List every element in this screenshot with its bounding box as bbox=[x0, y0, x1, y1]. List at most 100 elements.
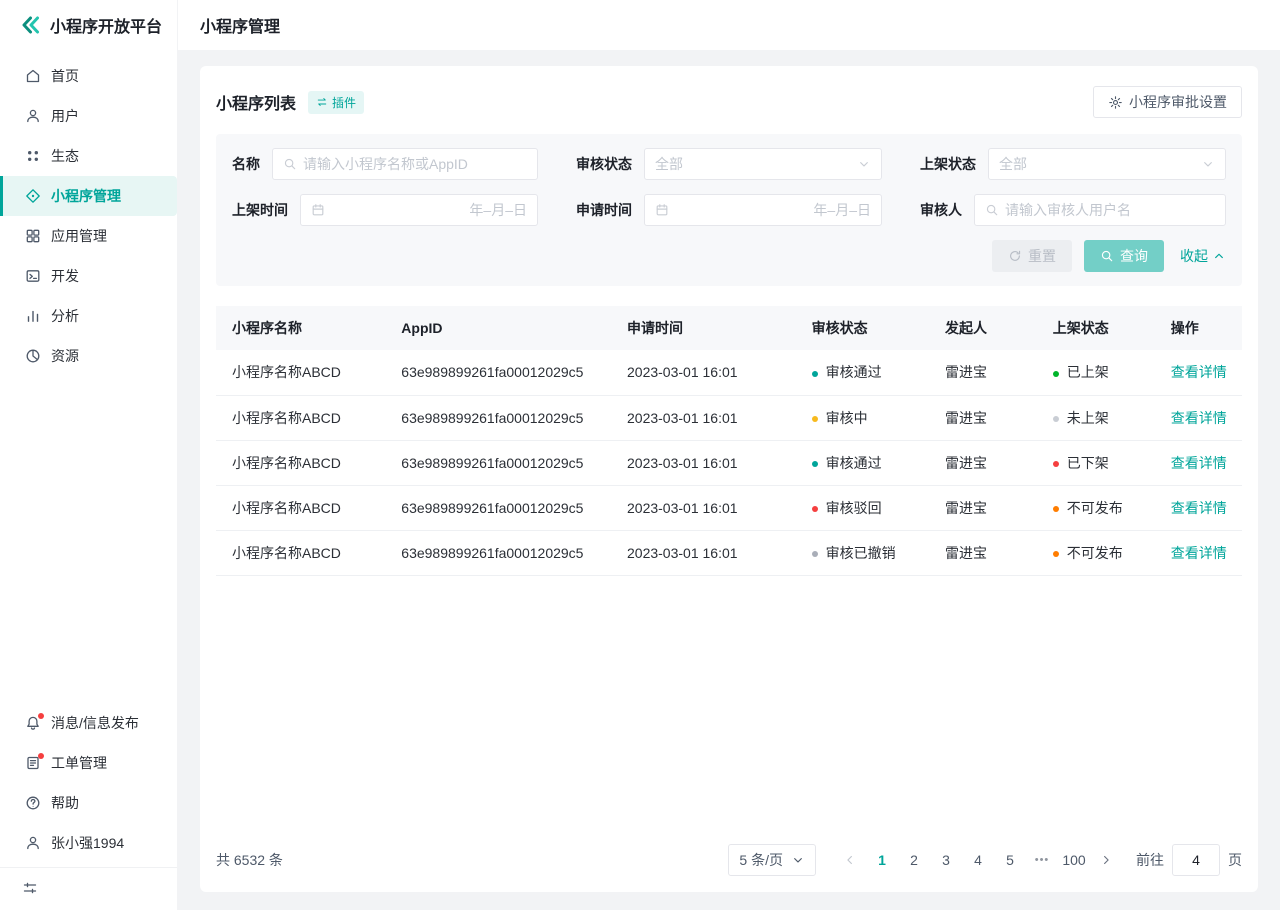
shelf-status-text: 不可发布 bbox=[1067, 500, 1123, 516]
view-details-link[interactable]: 查看详情 bbox=[1171, 364, 1227, 380]
cell-shelf-status: 不可发布 bbox=[1037, 530, 1155, 575]
sidebar-item-tickets[interactable]: 工单管理 bbox=[0, 743, 177, 783]
shelf-time-date-input[interactable]: 年–月–日 bbox=[300, 194, 538, 226]
cell-actions: 查看详情 bbox=[1155, 395, 1242, 440]
shelf-time-filter-label: 上架时间 bbox=[232, 200, 288, 220]
sidebar-item-ecosystem[interactable]: 生态 bbox=[0, 136, 177, 176]
sidebar-item-account[interactable]: 张小强1994 bbox=[0, 823, 177, 863]
cell-audit-status: 审核已撤销 bbox=[796, 530, 929, 575]
cell-apply-time: 2023-03-01 16:01 bbox=[611, 350, 796, 395]
sidebar-item-miniapp-management[interactable]: 小程序管理 bbox=[0, 176, 177, 216]
status-dot bbox=[812, 551, 818, 557]
name-filter-input[interactable] bbox=[303, 156, 527, 172]
view-details-link[interactable]: 查看详情 bbox=[1171, 545, 1227, 561]
sidebar-item-help[interactable]: 帮助 bbox=[0, 783, 177, 823]
name-filter-input-box[interactable] bbox=[272, 148, 538, 180]
page-number-4[interactable]: 4 bbox=[964, 846, 992, 874]
shelf-status-filter: 上架状态 全部 bbox=[920, 148, 1226, 180]
sidebar-item-label: 资源 bbox=[51, 346, 79, 366]
goto-unit: 页 bbox=[1228, 850, 1242, 870]
approval-settings-label: 小程序审批设置 bbox=[1129, 92, 1227, 112]
page-number-2[interactable]: 2 bbox=[900, 846, 928, 874]
cell-apply-time: 2023-03-01 16:01 bbox=[611, 530, 796, 575]
pagination-bar: 共 6532 条 5 条/页 1 2 3 4 5 ••• 100 bbox=[216, 844, 1242, 876]
cell-actions: 查看详情 bbox=[1155, 530, 1242, 575]
sidebar-item-label: 工单管理 bbox=[51, 753, 107, 773]
home-icon bbox=[25, 68, 41, 84]
pager: 5 条/页 1 2 3 4 5 ••• 100 前往 页 bbox=[728, 844, 1242, 876]
sidebar-item-resources[interactable]: 资源 bbox=[0, 336, 177, 376]
plugin-badge[interactable]: 插件 bbox=[308, 91, 364, 114]
name-filter: 名称 bbox=[232, 148, 538, 180]
cell-name: 小程序名称ABCD bbox=[216, 485, 385, 530]
auditor-filter-input-box[interactable] bbox=[974, 194, 1226, 226]
sidebar-item-analytics[interactable]: 分析 bbox=[0, 296, 177, 336]
table-header-row: 小程序名称 AppID 申请时间 审核状态 发起人 上架状态 操作 bbox=[216, 306, 1242, 350]
collapse-icon bbox=[22, 880, 38, 896]
next-page-button[interactable] bbox=[1092, 846, 1120, 874]
page-size-select[interactable]: 5 条/页 bbox=[728, 844, 816, 876]
cell-name: 小程序名称ABCD bbox=[216, 395, 385, 440]
card-spacer bbox=[216, 576, 1242, 845]
notification-dot bbox=[38, 713, 44, 719]
table-row: 小程序名称ABCD 63e989899261fa00012029c5 2023-… bbox=[216, 350, 1242, 395]
search-icon bbox=[283, 157, 297, 171]
chevron-left-icon bbox=[843, 853, 857, 867]
shelf-status-text: 已下架 bbox=[1067, 455, 1109, 471]
cell-audit-status: 审核中 bbox=[796, 395, 929, 440]
page-size-value: 5 条/页 bbox=[739, 850, 783, 870]
page-ellipsis[interactable]: ••• bbox=[1028, 846, 1056, 874]
help-icon bbox=[25, 795, 41, 811]
calendar-icon bbox=[655, 203, 669, 217]
shelf-status-text: 未上架 bbox=[1067, 410, 1109, 426]
shelf-time-placeholder: 年–月–日 bbox=[469, 200, 527, 220]
sidebar-item-label: 开发 bbox=[51, 266, 79, 286]
shelf-status-text: 不可发布 bbox=[1067, 545, 1123, 561]
cell-appid: 63e989899261fa00012029c5 bbox=[385, 530, 611, 575]
status-dot bbox=[812, 371, 818, 377]
name-filter-label: 名称 bbox=[232, 154, 260, 174]
cell-apply-time: 2023-03-01 16:01 bbox=[611, 440, 796, 485]
table-row: 小程序名称ABCD 63e989899261fa00012029c5 2023-… bbox=[216, 530, 1242, 575]
query-button[interactable]: 查询 bbox=[1084, 240, 1164, 272]
cell-initiator: 雷进宝 bbox=[929, 395, 1037, 440]
cell-audit-status: 审核通过 bbox=[796, 440, 929, 485]
sidebar-collapse-button[interactable] bbox=[0, 870, 177, 906]
sidebar-item-app-management[interactable]: 应用管理 bbox=[0, 216, 177, 256]
page-number-5[interactable]: 5 bbox=[996, 846, 1024, 874]
prev-page-button[interactable] bbox=[836, 846, 864, 874]
view-details-link[interactable]: 查看详情 bbox=[1171, 410, 1227, 426]
cell-shelf-status: 已上架 bbox=[1037, 350, 1155, 395]
view-details-link[interactable]: 查看详情 bbox=[1171, 500, 1227, 516]
view-details-link[interactable]: 查看详情 bbox=[1171, 455, 1227, 471]
sidebar-item-label: 消息/信息发布 bbox=[51, 713, 139, 733]
refresh-icon bbox=[1008, 249, 1022, 263]
cell-actions: 查看详情 bbox=[1155, 440, 1242, 485]
auditor-filter-input[interactable] bbox=[1005, 202, 1215, 218]
sidebar-item-users[interactable]: 用户 bbox=[0, 96, 177, 136]
goto-page-input[interactable] bbox=[1172, 844, 1220, 876]
table-row: 小程序名称ABCD 63e989899261fa00012029c5 2023-… bbox=[216, 485, 1242, 530]
page-number-1[interactable]: 1 bbox=[868, 846, 896, 874]
approval-settings-button[interactable]: 小程序审批设置 bbox=[1093, 86, 1242, 118]
collapse-filters-link[interactable]: 收起 bbox=[1180, 246, 1226, 266]
chevron-up-icon bbox=[1212, 249, 1226, 263]
sidebar-item-home[interactable]: 首页 bbox=[0, 56, 177, 96]
sidebar-item-development[interactable]: 开发 bbox=[0, 256, 177, 296]
notification-dot bbox=[38, 753, 44, 759]
page-number-3[interactable]: 3 bbox=[932, 846, 960, 874]
page-number-last[interactable]: 100 bbox=[1060, 846, 1088, 874]
goto-label: 前往 bbox=[1136, 850, 1164, 870]
cell-initiator: 雷进宝 bbox=[929, 530, 1037, 575]
sidebar-item-messages[interactable]: 消息/信息发布 bbox=[0, 703, 177, 743]
sidebar: 小程序开放平台 首页 用户 生态 小程序管理 应用管理 开发 分析 bbox=[0, 0, 178, 910]
shelf-status-select[interactable]: 全部 bbox=[988, 148, 1226, 180]
cell-shelf-status: 未上架 bbox=[1037, 395, 1155, 440]
filter-actions: 重置 查询 收起 bbox=[232, 240, 1226, 272]
reset-button[interactable]: 重置 bbox=[992, 240, 1072, 272]
audit-status-filter-label: 审核状态 bbox=[576, 154, 632, 174]
cell-shelf-status: 不可发布 bbox=[1037, 485, 1155, 530]
apply-time-date-input[interactable]: 年–月–日 bbox=[644, 194, 882, 226]
audit-status-select[interactable]: 全部 bbox=[644, 148, 882, 180]
card-header: 小程序列表 插件 小程序审批设置 bbox=[216, 86, 1242, 118]
